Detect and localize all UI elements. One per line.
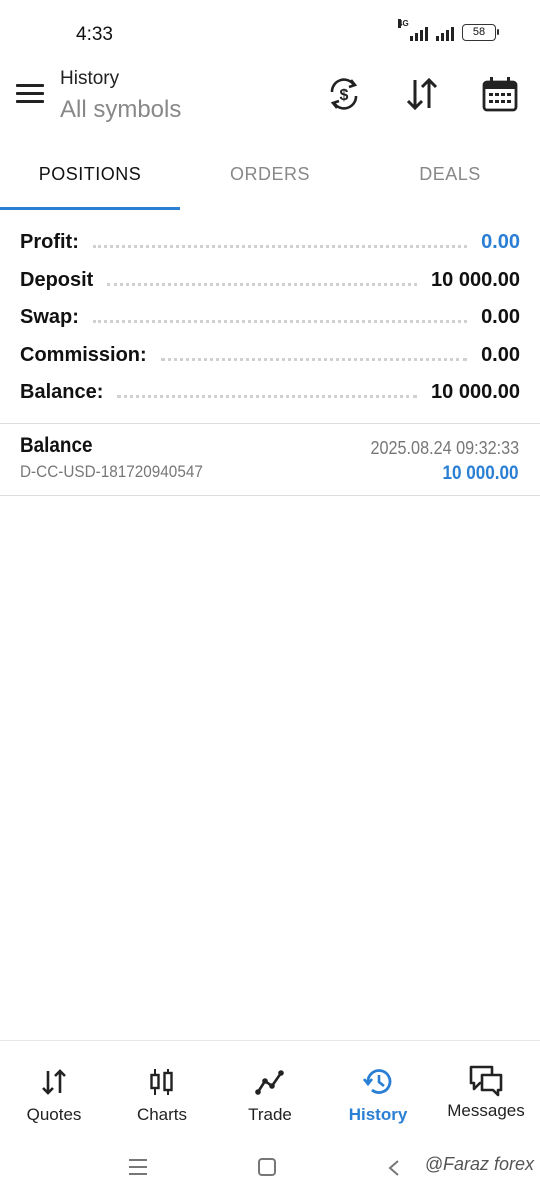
app-header: History All symbols $ xyxy=(0,64,540,140)
nav-label: Messages xyxy=(447,1101,525,1120)
nav-charts[interactable]: Charts xyxy=(108,1041,216,1140)
summary-panel: Profit: 0.00 Deposit 10 000.00 Swap: 0.0… xyxy=(20,224,520,412)
summary-label: Profit: xyxy=(20,231,79,254)
svg-text:$: $ xyxy=(340,87,349,104)
deal-datetime: 2025.08.24 09:32:33 xyxy=(370,438,519,458)
nav-label: Trade xyxy=(248,1105,292,1124)
quotes-icon xyxy=(42,1069,66,1095)
summary-row-profit: Profit: 0.00 xyxy=(20,224,520,262)
watermark-text: @Faraz forex xyxy=(424,1154,534,1174)
nav-quotes[interactable]: Quotes xyxy=(0,1041,108,1140)
back-icon[interactable] xyxy=(386,1158,402,1178)
nav-label: History xyxy=(348,1105,408,1124)
summary-row-deposit: Deposit 10 000.00 xyxy=(20,262,520,300)
tab-deals[interactable]: DEALS xyxy=(360,140,540,210)
summary-label: Balance: xyxy=(20,381,104,404)
tab-orders[interactable]: ORDERS xyxy=(180,140,360,210)
recent-apps-icon[interactable] xyxy=(127,1156,149,1178)
deal-id: D-CC-USD-181720940547 xyxy=(20,462,203,481)
summary-label: Swap: xyxy=(20,306,79,329)
summary-label: Deposit xyxy=(20,268,94,291)
calendar-icon[interactable] xyxy=(480,74,520,114)
divider xyxy=(0,495,540,496)
status-bar: 4:33 4G 58 xyxy=(0,0,540,64)
dotted-leader xyxy=(117,395,418,399)
bottom-nav: Quotes Charts Trade History Messages xyxy=(0,1040,540,1140)
summary-row-balance: Balance: 10 000.00 xyxy=(20,374,520,412)
dotted-leader xyxy=(160,357,468,361)
network-type: 4G xyxy=(398,18,409,28)
history-tabs: POSITIONS ORDERS DEALS xyxy=(0,140,540,210)
nav-trade[interactable]: Trade xyxy=(216,1041,324,1140)
tab-positions[interactable]: POSITIONS xyxy=(0,140,180,210)
nav-messages[interactable]: Messages xyxy=(432,1041,540,1140)
page-title: History xyxy=(60,68,120,89)
symbol-filter[interactable]: All symbols xyxy=(60,96,181,124)
signal-icon xyxy=(436,25,454,41)
swap-value: 0.00 xyxy=(481,306,520,329)
charts-icon xyxy=(150,1069,173,1095)
list-item[interactable]: Balance D-CC-USD-181720940547 2025.08.24… xyxy=(0,424,540,495)
dotted-leader xyxy=(92,245,468,249)
deal-amount: 10 000.00 xyxy=(442,463,519,484)
menu-icon[interactable] xyxy=(16,84,44,106)
signal-4g-icon: 4G xyxy=(398,18,428,41)
nav-label: Charts xyxy=(136,1105,188,1124)
balance-value: 10 000.00 xyxy=(431,381,520,404)
nav-history[interactable]: History xyxy=(324,1041,432,1140)
currency-exchange-icon[interactable]: $ xyxy=(324,74,364,114)
messages-icon xyxy=(469,1065,503,1097)
summary-label: Commission: xyxy=(20,343,147,366)
home-icon[interactable] xyxy=(256,1156,278,1178)
commission-value: 0.00 xyxy=(481,343,520,366)
status-indicators: 4G 58 xyxy=(398,18,499,41)
summary-row-commission: Commission: 0.00 xyxy=(20,337,520,375)
status-time: 4:33 xyxy=(76,24,113,45)
deposit-value: 10 000.00 xyxy=(431,268,520,291)
sort-icon[interactable] xyxy=(402,74,442,114)
battery-icon: 58 xyxy=(462,24,499,41)
summary-row-swap: Swap: 0.00 xyxy=(20,299,520,337)
system-nav-bar: @Faraz forex xyxy=(0,1140,540,1200)
dotted-leader xyxy=(107,282,418,286)
history-icon xyxy=(363,1069,392,1094)
deal-type: Balance xyxy=(20,434,93,457)
dotted-leader xyxy=(92,320,468,324)
profit-value: 0.00 xyxy=(481,231,520,254)
nav-label: Quotes xyxy=(26,1105,82,1124)
trade-icon xyxy=(255,1070,284,1095)
